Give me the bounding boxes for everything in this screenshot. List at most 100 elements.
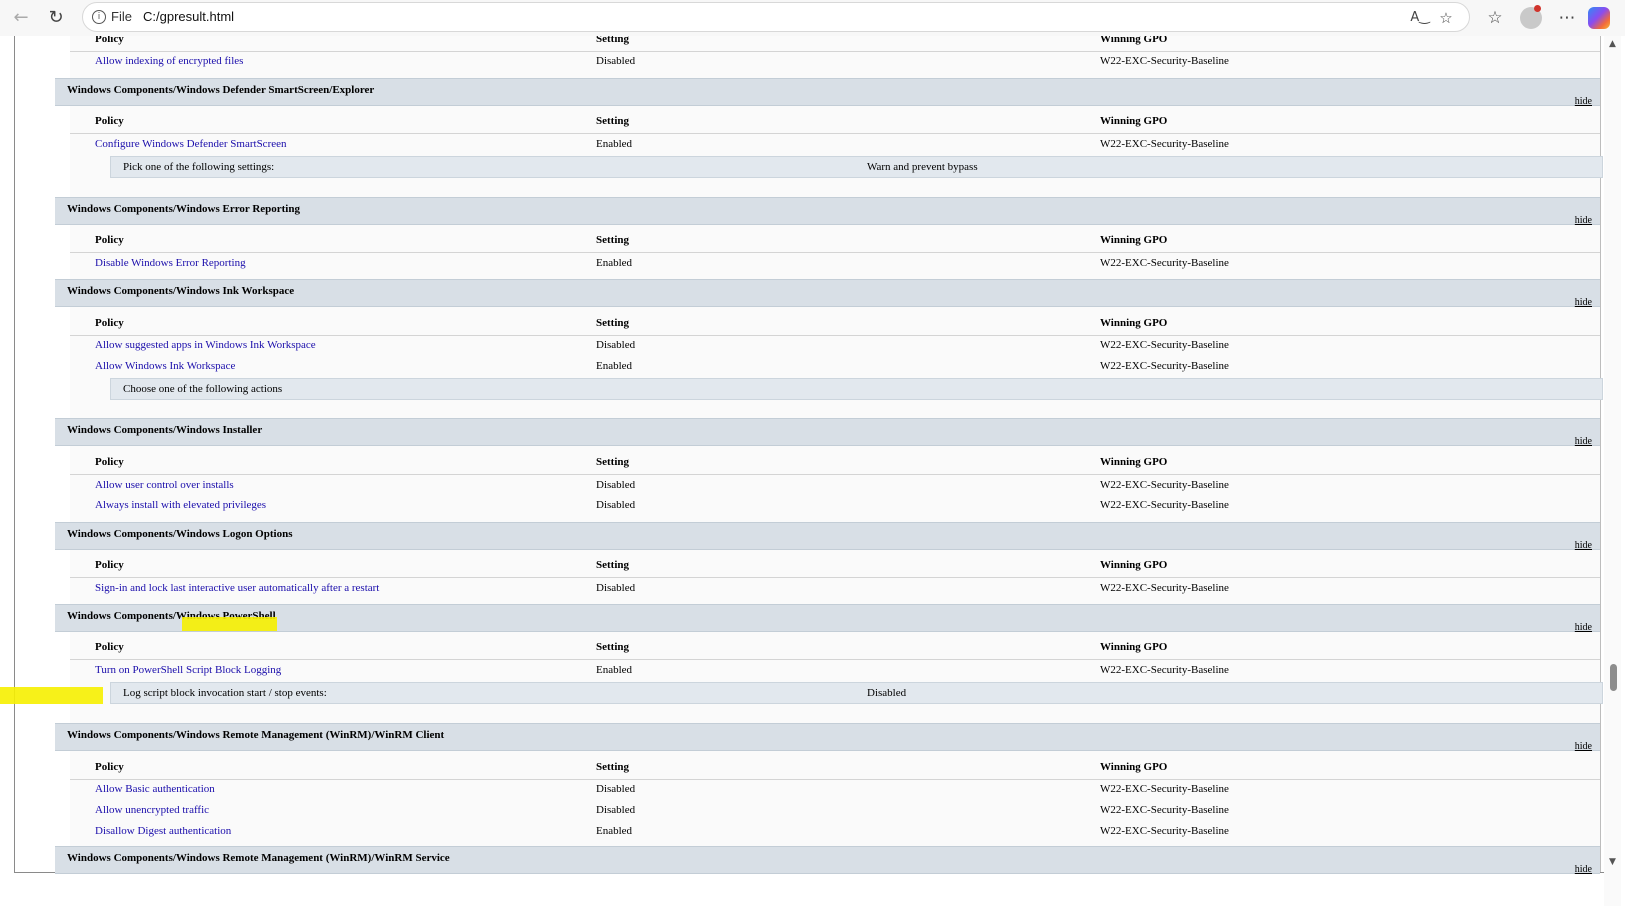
section-header: Windows Components/Windows Installer hid… [55, 418, 1600, 447]
scroll-up-arrow-icon[interactable]: ▲ [1606, 38, 1619, 50]
column-header-winning-gpo: Winning GPO [1100, 36, 1168, 45]
policy-setting: Enabled [596, 664, 633, 676]
profile-avatar[interactable] [1520, 5, 1542, 29]
column-header-setting: Setting [596, 559, 629, 571]
address-bar[interactable]: i File C:/gpresult.html A‿ ☆ [82, 2, 1470, 32]
table-row: Allow user control over installs Disable… [70, 476, 1600, 496]
policy-setting: Disabled [596, 55, 636, 67]
column-header-setting: Setting [596, 456, 629, 468]
policy-setting: Enabled [596, 257, 633, 269]
policy-table: Policy Setting Winning GPO Allow user co… [70, 446, 1600, 522]
column-header-setting: Setting [596, 317, 629, 329]
policy-winning-gpo: W22-EXC-Security-Baseline [1100, 55, 1229, 67]
column-header-row: Policy Setting Winning GPO [70, 232, 1600, 253]
highlight-marker [0, 687, 103, 704]
vertical-scrollbar[interactable]: ▲ ▼ [1604, 36, 1621, 906]
section-header: Windows Components/Windows Remote Manage… [55, 846, 1600, 875]
section-header: Windows Components/Windows Error Reporti… [55, 197, 1600, 226]
more-options-icon[interactable]: ⋯ [1555, 6, 1579, 30]
policy-link[interactable]: Allow unencrypted traffic [95, 804, 209, 816]
url-scheme-label: File [111, 9, 132, 24]
policy-winning-gpo: W22-EXC-Security-Baseline [1100, 360, 1229, 372]
section-header: Windows Components/Windows Remote Manage… [55, 723, 1600, 752]
policy-winning-gpo: W22-EXC-Security-Baseline [1100, 664, 1229, 676]
hide-link[interactable]: hide [1575, 864, 1592, 875]
detail-label: Pick one of the following settings: [123, 161, 275, 173]
column-header-policy: Policy [95, 317, 124, 329]
policy-link[interactable]: Always install with elevated privileges [95, 499, 266, 511]
section-header: Windows Components/Windows PowerShell hi… [55, 604, 1600, 633]
policy-setting: Enabled [596, 138, 633, 150]
section-title: Windows Components/Windows Defender Smar… [67, 84, 375, 96]
policy-setting: Disabled [596, 804, 636, 816]
section-header: Windows Components/Windows Defender Smar… [55, 78, 1600, 107]
policy-link[interactable]: Configure Windows Defender SmartScreen [95, 138, 287, 150]
column-header-row: Policy Setting Winning GPO [70, 113, 1600, 134]
column-header-row: Policy Setting Winning GPO [70, 315, 1600, 336]
policy-setting: Disabled [596, 783, 636, 795]
frame-rule [14, 36, 15, 872]
policy-table: Policy Setting Winning GPO Turn on Power… [70, 632, 1600, 726]
back-arrow-icon[interactable]: ← [9, 6, 33, 30]
column-header-row: Policy Setting Winning GPO [70, 557, 1600, 578]
column-header-row: Policy Setting Winning GPO [70, 759, 1600, 780]
policy-winning-gpo: W22-EXC-Security-Baseline [1100, 582, 1229, 594]
policy-winning-gpo: W22-EXC-Security-Baseline [1100, 479, 1229, 491]
column-header-setting: Setting [596, 115, 629, 127]
scroll-down-arrow-icon[interactable]: ▼ [1606, 856, 1619, 868]
section-title: Windows Components/Windows Remote Manage… [67, 852, 450, 864]
policy-detail-box: Log script block invocation start / stop… [110, 682, 1603, 704]
column-header-row: Policy Setting Winning GPO [70, 639, 1600, 660]
column-header-winning-gpo: Winning GPO [1100, 234, 1168, 246]
table-row: Disable Windows Error Reporting Enabled … [70, 254, 1600, 274]
column-header-policy: Policy [95, 559, 124, 571]
policy-link[interactable]: Allow Windows Ink Workspace [95, 360, 235, 372]
favorites-list-icon[interactable]: ☆ [1483, 6, 1507, 30]
section-header: Windows Components/Windows Ink Workspace… [55, 279, 1600, 308]
policy-table: Policy Setting Winning GPO Allow Basic a… [70, 751, 1600, 847]
section-title: Windows Components/Windows Installer [67, 424, 263, 436]
policy-table: Policy Setting Winning GPO Sign-in and l… [70, 550, 1600, 604]
policy-link[interactable]: Disallow Digest authentication [95, 825, 231, 837]
column-header-policy: Policy [95, 234, 124, 246]
info-icon[interactable]: i [92, 10, 106, 24]
browser-toolbar: ← ↻ i File C:/gpresult.html A‿ ☆ ☆ ⋯ [0, 0, 1625, 36]
table-row: Allow suggested apps in Windows Ink Work… [70, 336, 1600, 356]
column-header-winning-gpo: Winning GPO [1100, 456, 1168, 468]
url-text[interactable]: C:/gpresult.html [143, 9, 234, 24]
policy-link[interactable]: Allow user control over installs [95, 479, 234, 491]
detail-value: Warn and prevent bypass [867, 161, 978, 173]
policy-table: Policy Setting Winning GPO Disable Windo… [70, 225, 1600, 279]
read-aloud-icon[interactable]: A‿ [1409, 7, 1431, 29]
policy-link[interactable]: Allow suggested apps in Windows Ink Work… [95, 339, 316, 351]
section-title: Windows Components/Windows Logon Options [67, 528, 293, 540]
policy-detail-box: Pick one of the following settings: Warn… [110, 156, 1603, 178]
policy-table: Policy Setting Winning GPO Allow indexin… [70, 36, 1600, 80]
policy-link[interactable]: Disable Windows Error Reporting [95, 257, 246, 269]
policy-link[interactable]: Allow Basic authentication [95, 783, 215, 795]
table-row: Configure Windows Defender SmartScreen E… [70, 135, 1600, 155]
policy-setting: Disabled [596, 479, 636, 491]
refresh-icon[interactable]: ↻ [44, 6, 68, 30]
column-header-setting: Setting [596, 36, 629, 45]
policy-winning-gpo: W22-EXC-Security-Baseline [1100, 339, 1229, 351]
copilot-icon[interactable] [1588, 7, 1610, 29]
column-header-winning-gpo: Winning GPO [1100, 641, 1168, 653]
detail-label: Choose one of the following actions [123, 383, 283, 395]
column-header-policy: Policy [95, 456, 124, 468]
policy-winning-gpo: W22-EXC-Security-Baseline [1100, 825, 1229, 837]
table-row: Allow indexing of encrypted files Disabl… [70, 52, 1600, 72]
policy-link[interactable]: Allow indexing of encrypted files [95, 55, 243, 67]
detail-label: Log script block invocation start / stop… [123, 687, 327, 699]
table-row: Disallow Digest authentication Enabled W… [70, 822, 1600, 842]
column-header-row: Policy Setting Winning GPO [70, 36, 1600, 52]
policy-link[interactable]: Turn on PowerShell Script Block Logging [95, 664, 281, 676]
column-header-policy: Policy [95, 641, 124, 653]
favorite-star-icon[interactable]: ☆ [1435, 7, 1457, 29]
policy-setting: Enabled [596, 360, 633, 372]
table-row: Sign-in and lock last interactive user a… [70, 579, 1600, 599]
policy-winning-gpo: W22-EXC-Security-Baseline [1100, 257, 1229, 269]
policy-winning-gpo: W22-EXC-Security-Baseline [1100, 138, 1229, 150]
policy-link[interactable]: Sign-in and lock last interactive user a… [95, 582, 379, 594]
scrollbar-thumb[interactable] [1610, 664, 1617, 691]
